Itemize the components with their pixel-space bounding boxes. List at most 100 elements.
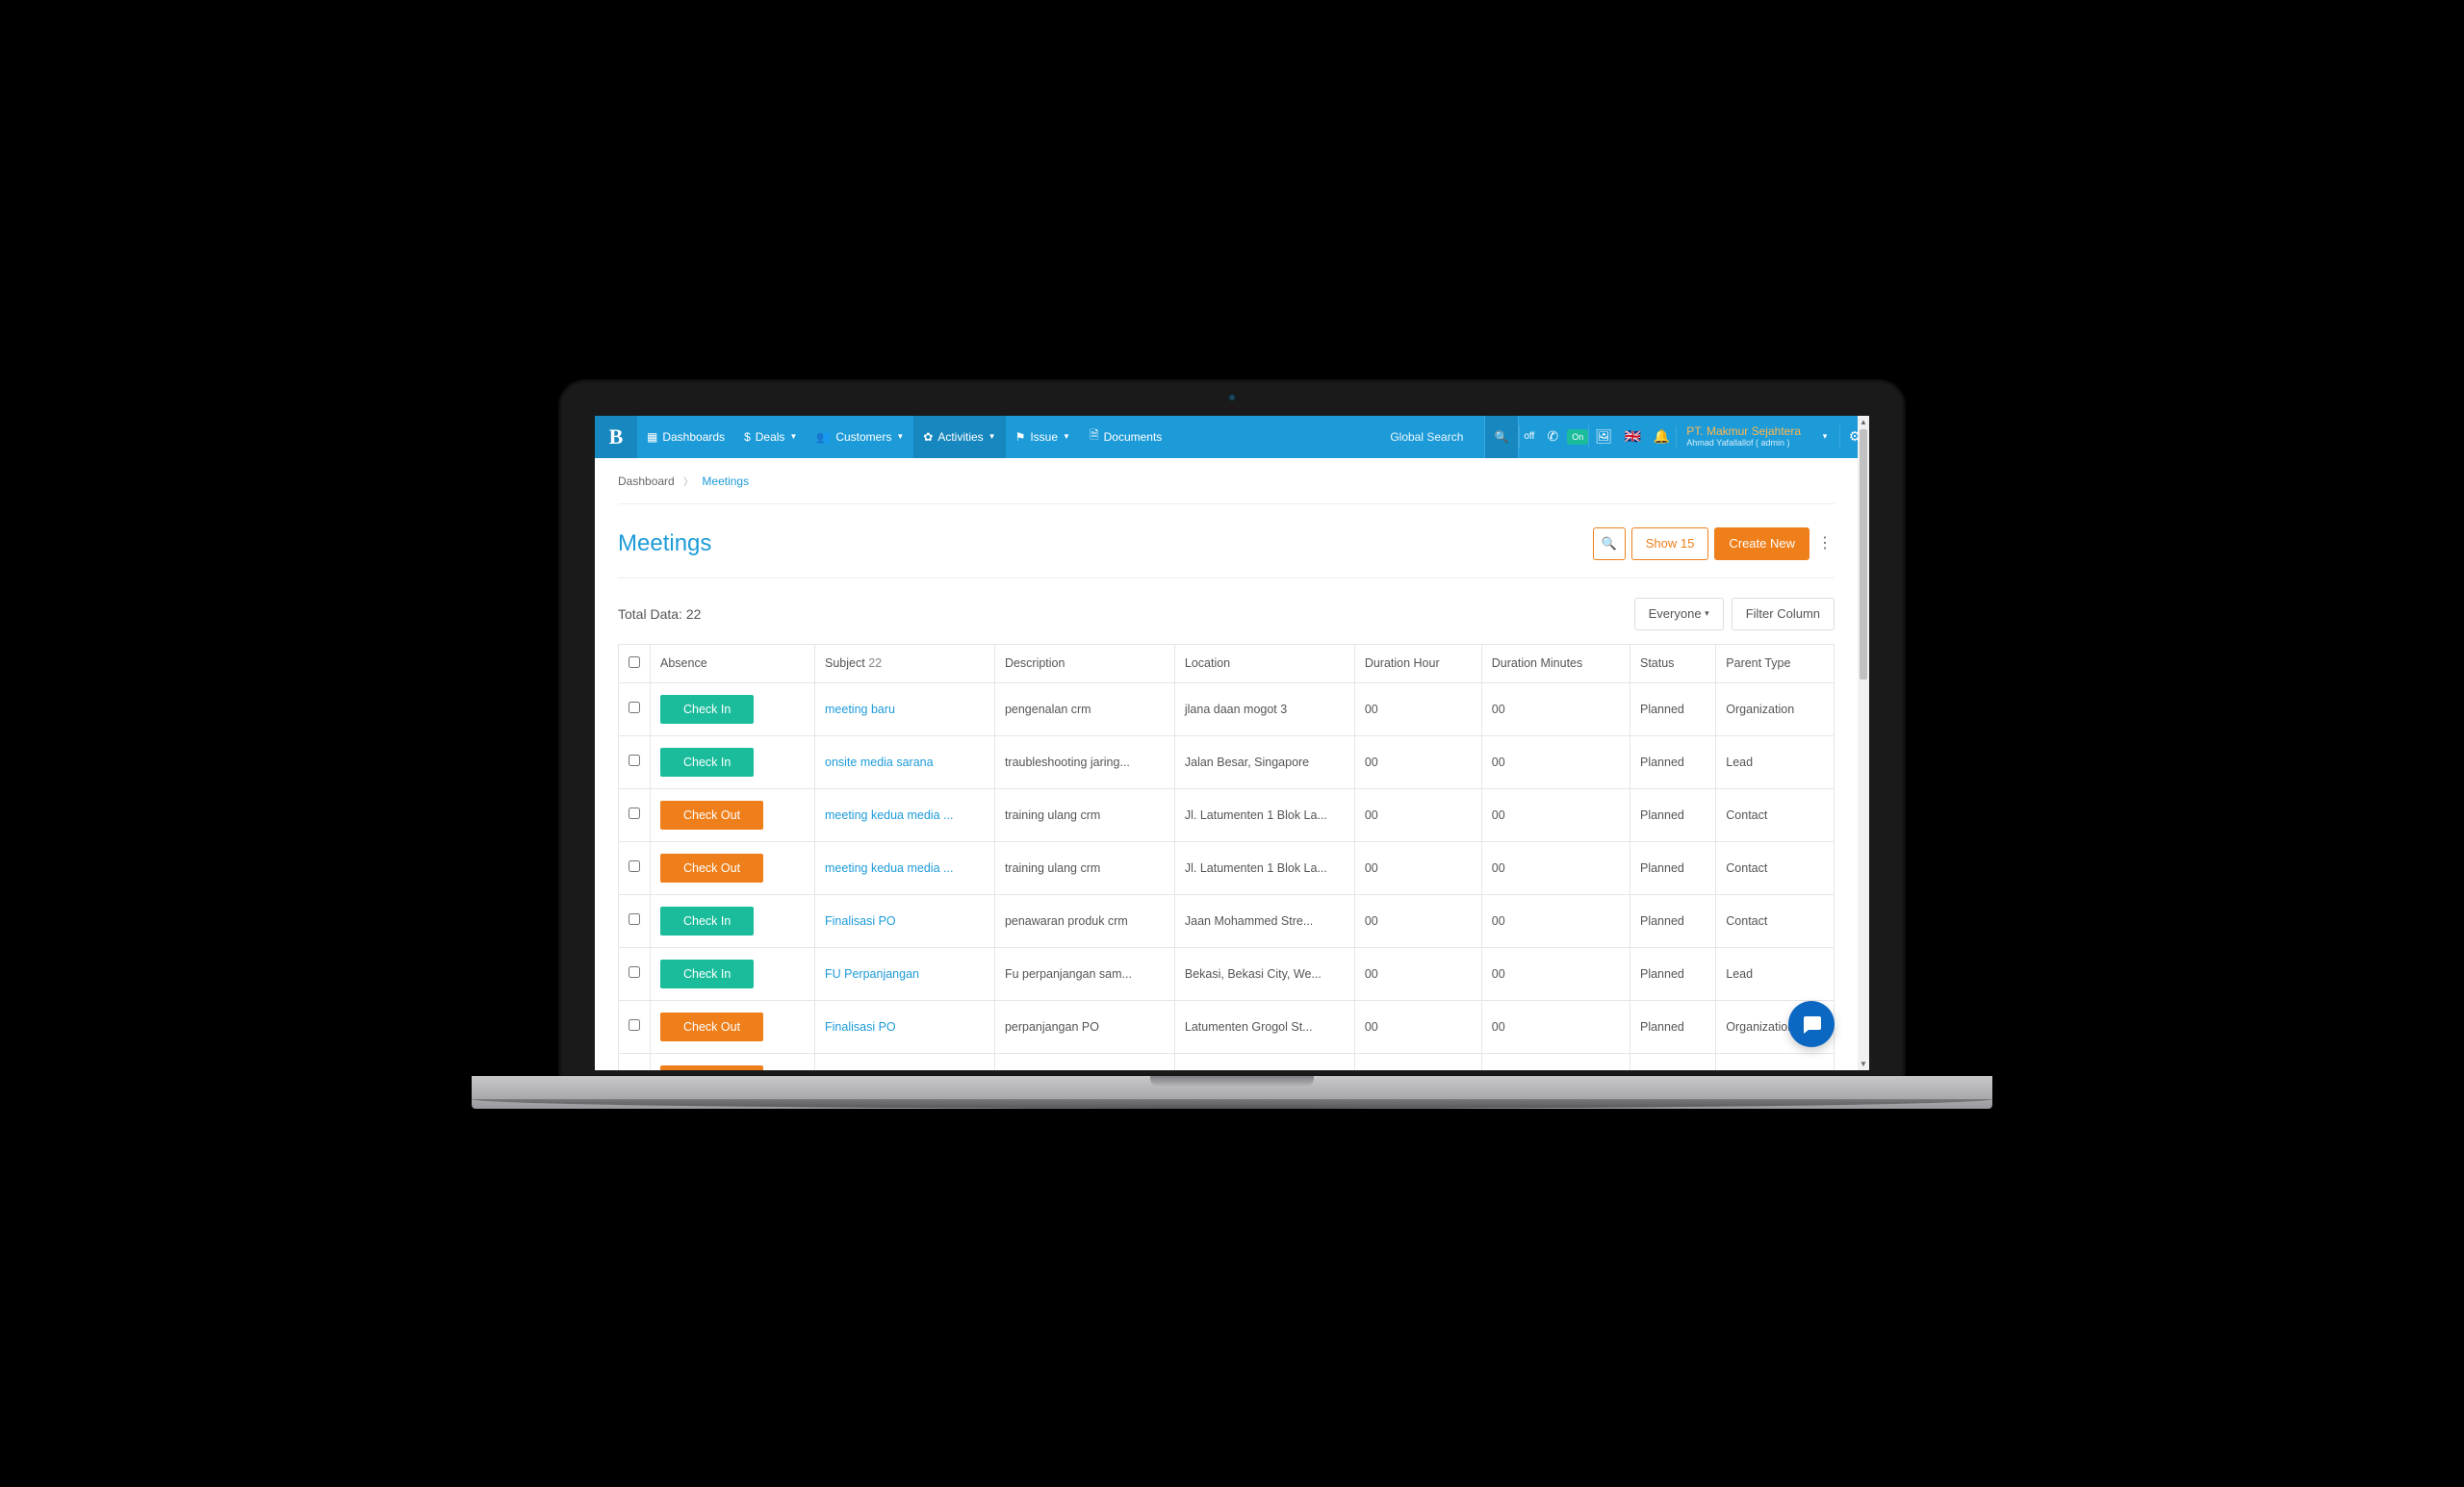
cell-duration-minutes: 00 — [1481, 841, 1630, 894]
select-all-checkbox[interactable] — [629, 656, 640, 668]
col-duration-hour[interactable]: Duration Hour — [1354, 644, 1481, 682]
search-icon: 🔍 — [1602, 536, 1617, 551]
table-row: Check Inmeeting barupengenalan crmjlana … — [619, 682, 1835, 735]
cell-location: Latumenten Grogol St... — [1174, 1000, 1354, 1053]
cell-subject[interactable]: onsite media sarana — [815, 735, 995, 788]
laptop-mockup: B ▦Dashboards$Deals▼👥Customers▼✿Activiti… — [558, 379, 1906, 1109]
col-duration-minutes[interactable]: Duration Minutes — [1481, 644, 1630, 682]
chevron-right-icon: 〉 — [678, 477, 699, 488]
cell-parent-type: Contact — [1716, 841, 1835, 894]
nav-icon: ▦ — [647, 430, 657, 444]
global-search-wrap: 🔍 — [1378, 416, 1519, 458]
cell-subject[interactable]: Finalisasi PO — [815, 894, 995, 947]
chevron-down-icon: ▼ — [896, 432, 904, 441]
cell-subject[interactable]: meeting kedua media ... — [815, 788, 995, 841]
filter-column-button[interactable]: Filter Column — [1732, 598, 1835, 630]
cell-duration-hour: 00 — [1354, 1053, 1481, 1070]
row-checkbox[interactable] — [629, 860, 640, 872]
col-subject[interactable]: Subject 22 — [815, 644, 995, 682]
nav-dashboards[interactable]: ▦Dashboards — [637, 416, 734, 458]
absence-button[interactable]: Check In — [660, 748, 754, 777]
cell-status: Planned — [1630, 1000, 1715, 1053]
company-menu[interactable]: PT. Makmur Sejahtera Ahmad Yafallallof (… — [1677, 416, 1810, 458]
absence-button[interactable]: Check Out — [660, 854, 763, 883]
app-scroll: B ▦Dashboards$Deals▼👥Customers▼✿Activiti… — [595, 416, 1869, 1070]
nav-issue[interactable]: ⚑Issue▼ — [1006, 416, 1080, 458]
search-icon: 🔍 — [1495, 430, 1509, 444]
meetings-table: Absence Subject 22 Description Location … — [618, 644, 1835, 1070]
cell-subject[interactable]: meeting baru — [815, 682, 995, 735]
absence-button[interactable]: Check In — [660, 960, 754, 988]
table-row: Check InFinalisasi POpenawaran produk cr… — [619, 894, 1835, 947]
search-button[interactable]: 🔍 — [1593, 527, 1626, 560]
cell-subject[interactable]: FU Perpanjangan — [815, 947, 995, 1000]
absence-button[interactable]: Check Out — [660, 801, 763, 830]
bell-icon[interactable]: 🔔 — [1647, 416, 1676, 458]
cell-status: Planned — [1630, 788, 1715, 841]
nav-customers[interactable]: 👥Customers▼ — [807, 416, 913, 458]
col-location[interactable]: Location — [1174, 644, 1354, 682]
show-count-button[interactable]: Show 15 — [1631, 527, 1709, 560]
scroll-thumb[interactable] — [1860, 429, 1867, 679]
absence-button[interactable]: Check In — [660, 907, 754, 936]
chat-fab[interactable] — [1788, 1001, 1835, 1047]
cell-subject[interactable]: meeting kedua media ... — [815, 841, 995, 894]
row-checkbox[interactable] — [629, 1019, 640, 1031]
breadcrumb-here: Meetings — [702, 474, 749, 488]
cell-parent-type: Contact — [1716, 1053, 1835, 1070]
table-header-row: Absence Subject 22 Description Location … — [619, 644, 1835, 682]
call-off-label: off — [1520, 431, 1538, 442]
scroll-up-icon[interactable]: ▲ — [1858, 418, 1869, 426]
absence-button[interactable]: Check Out — [660, 1065, 763, 1070]
nav-icon: ✿ — [923, 430, 933, 444]
table-body: Check Inmeeting barupengenalan crmjlana … — [619, 682, 1835, 1070]
cell-duration-hour: 00 — [1354, 894, 1481, 947]
cell-location: Jalan Besar, Singapore — [1174, 735, 1354, 788]
breadcrumb-root[interactable]: Dashboard — [618, 474, 675, 488]
global-search-input[interactable] — [1378, 416, 1484, 458]
select-all-header — [619, 644, 651, 682]
col-absence[interactable]: Absence — [651, 644, 815, 682]
everyone-dropdown[interactable]: Everyone ▾ — [1634, 598, 1724, 630]
chevron-down-icon: ▼ — [988, 432, 996, 441]
table-row: Check OutFinalisasi POperpanjangan PO 20… — [619, 1053, 1835, 1070]
scrollbar[interactable]: ▲ ▼ — [1858, 416, 1869, 1070]
absence-button[interactable]: Check In — [660, 695, 754, 724]
scroll-down-icon[interactable]: ▼ — [1858, 1060, 1869, 1068]
app-viewport: B ▦Dashboards$Deals▼👥Customers▼✿Activiti… — [595, 416, 1869, 1070]
col-description[interactable]: Description — [994, 644, 1174, 682]
row-checkbox[interactable] — [629, 913, 640, 925]
nav-label: Deals — [756, 430, 785, 444]
row-checkbox[interactable] — [629, 755, 640, 766]
status-on-badge[interactable]: On — [1567, 429, 1588, 445]
col-parent-type[interactable]: Parent Type — [1716, 644, 1835, 682]
col-status[interactable]: Status — [1630, 644, 1715, 682]
phone-icon[interactable]: ✆ — [1538, 416, 1567, 458]
chevron-down-icon: ▼ — [789, 432, 797, 441]
nav-icon: ⚑ — [1015, 430, 1026, 444]
create-new-button[interactable]: Create New — [1714, 527, 1810, 560]
row-checkbox[interactable] — [629, 966, 640, 978]
nav-documents[interactable]: 🗎Documents — [1080, 416, 1171, 458]
cell-description: training ulang crm — [994, 841, 1174, 894]
global-search-button[interactable]: 🔍 — [1484, 416, 1519, 458]
nav-activities[interactable]: ✿Activities▼ — [913, 416, 1005, 458]
cell-duration-minutes: 00 — [1481, 894, 1630, 947]
cell-status: Planned — [1630, 682, 1715, 735]
language-flag-icon[interactable]: 🇬🇧 — [1618, 416, 1647, 458]
cell-subject[interactable]: Finalisasi PO — [815, 1053, 995, 1070]
image-icon[interactable]: 🖼 — [1589, 416, 1618, 458]
more-menu-button[interactable]: ⋮ — [1815, 540, 1835, 548]
absence-button[interactable]: Check Out — [660, 1013, 763, 1041]
cell-duration-minutes: 00 — [1481, 1053, 1630, 1070]
nav-label: Issue — [1030, 430, 1058, 444]
cell-subject[interactable]: Finalisasi PO — [815, 1000, 995, 1053]
cell-duration-minutes: 00 — [1481, 735, 1630, 788]
nav-deals[interactable]: $Deals▼ — [734, 416, 807, 458]
company-caret-icon[interactable]: ▾ — [1810, 416, 1839, 458]
cell-location — [1174, 1053, 1354, 1070]
cell-duration-minutes: 00 — [1481, 788, 1630, 841]
row-checkbox[interactable] — [629, 702, 640, 713]
app-logo[interactable]: B — [595, 416, 637, 458]
row-checkbox[interactable] — [629, 808, 640, 819]
